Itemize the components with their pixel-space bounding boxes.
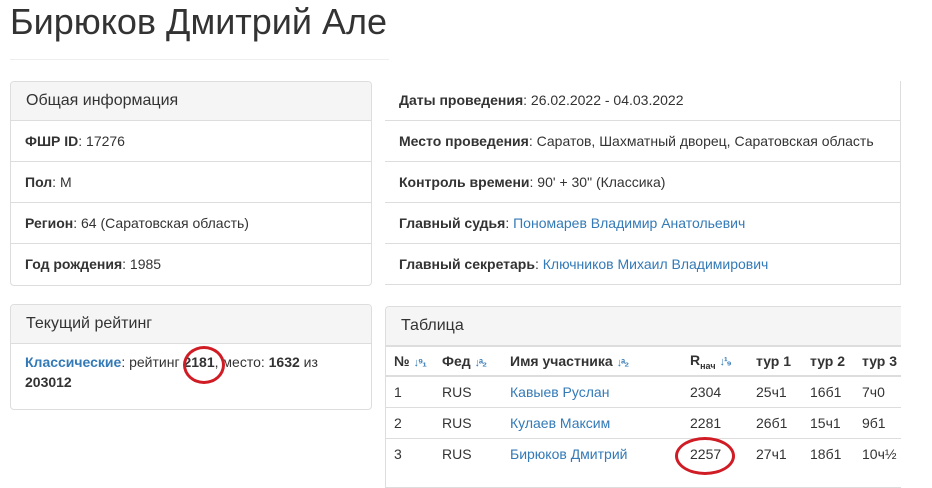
player-link[interactable]: Бирюков Дмитрий — [510, 446, 627, 462]
cell-name: Кавыев Руслан — [502, 375, 682, 408]
cell-round-2: 15ч1 — [802, 407, 854, 439]
cell-round-1: 26б1 — [748, 407, 802, 439]
page-title: Бирюков Дмитрий Але — [10, 1, 388, 42]
col-header-round-3: тур 3 — [854, 346, 901, 377]
cell-round-2: 18б1 — [802, 438, 854, 469]
event-row-chief-arbiter: Главный судья: Пономарев Владимир Анатол… — [385, 203, 900, 244]
info-label: Пол — [25, 174, 53, 190]
event-value: : 90' + 30" (Классика) — [529, 174, 666, 190]
event-value: : — [505, 215, 514, 231]
col-header-round-1: тур 1 — [748, 346, 802, 377]
cell-name: Кулаев Максим — [502, 407, 682, 439]
info-value: : М — [52, 174, 72, 190]
cell-rating: 2281 — [682, 407, 748, 439]
rating-total: 203012 — [25, 374, 72, 390]
event-row-chief-secretary: Главный секретарь: Ключников Михаил Влад… — [385, 244, 900, 284]
general-info-heading: Общая информация — [11, 82, 371, 121]
table-row: 1 RUS Кавыев Руслан 2304 25ч1 16б1 7ч0 — [386, 375, 901, 408]
info-row-gender: Пол: М — [11, 162, 371, 203]
col-header-round-2: тур 2 — [802, 346, 854, 377]
cell-round-1: 27ч1 — [748, 438, 802, 469]
classic-rating-link[interactable]: Классические — [25, 354, 121, 370]
current-rating-heading: Текущий рейтинг — [11, 305, 371, 344]
info-label: Год рождения — [25, 256, 123, 272]
event-info-panel: Даты проведения: 26.02.2022 - 04.03.2022… — [385, 81, 901, 285]
info-row-birth-year: Год рождения: 1985 — [11, 244, 371, 284]
event-row-venue: Место проведения: Саратов, Шахматный дво… — [385, 121, 900, 162]
event-row-time-control: Контроль времени: 90' + 30" (Классика) — [385, 162, 900, 203]
event-value: : Саратов, Шахматный дворец, Саратовская… — [528, 133, 874, 149]
sort-icon[interactable]: ↓¹₉ — [719, 356, 731, 368]
cell-number: 1 — [386, 375, 434, 408]
info-label: ФШР ID — [25, 133, 79, 149]
event-row-dates: Даты проведения: 26.02.2022 - 04.03.2022 — [385, 81, 900, 121]
chief-secretary-link[interactable]: Ключников Михаил Владимирович — [543, 256, 769, 272]
col-header-rating[interactable]: Rнач ↓¹₉ — [682, 346, 748, 377]
rating-highlight-circle — [675, 437, 735, 475]
rating-place: 1632 — [268, 354, 300, 370]
rating-highlight-circle — [183, 346, 225, 384]
rating-text: из — [299, 354, 318, 370]
col-header-federation[interactable]: Фед ↓ᵃ₂ — [434, 346, 502, 377]
sort-icon[interactable]: ↓ᵃ₂ — [475, 357, 488, 369]
cell-round-3: 9б1 — [854, 407, 901, 439]
cell-round-3: 7ч0 — [854, 375, 901, 408]
cell-name: Бирюков Дмитрий — [502, 438, 682, 469]
title-divider — [10, 59, 389, 60]
cell-federation: RUS — [434, 407, 502, 439]
player-link[interactable]: Кавыев Руслан — [510, 384, 609, 400]
standings-table: № ↓⁹₁ Фед ↓ᵃ₂ Имя участника ↓ᵃ₂ Rнач ↓¹₉… — [386, 346, 901, 469]
standings-heading: Таблица — [386, 307, 901, 346]
cell-round-2: 16б1 — [802, 375, 854, 408]
sort-icon[interactable]: ↓ᵃ₂ — [617, 357, 630, 369]
event-label: Место проведения — [399, 133, 529, 149]
info-value: : 64 (Саратовская область) — [73, 215, 249, 231]
cell-federation: RUS — [434, 438, 502, 469]
table-header-row: № ↓⁹₁ Фед ↓ᵃ₂ Имя участника ↓ᵃ₂ Rнач ↓¹₉… — [386, 346, 901, 377]
cell-number: 3 — [386, 438, 434, 469]
cell-number: 2 — [386, 407, 434, 439]
cell-round-1: 25ч1 — [748, 375, 802, 408]
info-row-fshr-id: ФШР ID: 17276 — [11, 121, 371, 162]
info-value: : 1985 — [122, 256, 162, 272]
col-header-name[interactable]: Имя участника ↓ᵃ₂ — [502, 346, 682, 377]
sort-icon[interactable]: ↓⁹₁ — [414, 357, 427, 369]
event-value: : — [534, 256, 543, 272]
table-row: 2 RUS Кулаев Максим 2281 26б1 15ч1 9б1 — [386, 407, 901, 439]
info-value: : 17276 — [78, 133, 125, 149]
event-label: Даты проведения — [399, 92, 524, 108]
cell-federation: RUS — [434, 375, 502, 408]
rating-text: : рейтинг — [121, 354, 184, 370]
col-header-number[interactable]: № ↓⁹₁ — [386, 346, 434, 377]
table-row: 3 RUS Бирюков Дмитрий 2257 27ч1 18б1 10ч… — [386, 438, 901, 469]
info-label: Регион — [25, 215, 74, 231]
general-info-panel: Общая информация ФШР ID: 17276 Пол: М Ре… — [10, 81, 372, 286]
cell-rating: 2304 — [682, 375, 748, 408]
info-row-region: Регион: 64 (Саратовская область) — [11, 203, 371, 244]
standings-table-panel: Таблица № ↓⁹₁ Фед ↓ᵃ₂ Имя участника ↓ᵃ₂ … — [385, 306, 901, 488]
event-value: : 26.02.2022 - 04.03.2022 — [523, 92, 684, 108]
chief-arbiter-link[interactable]: Пономарев Владимир Анатольевич — [513, 215, 745, 231]
player-link[interactable]: Кулаев Максим — [510, 415, 610, 431]
event-label: Главный судья — [399, 215, 506, 231]
event-label: Контроль времени — [399, 174, 530, 190]
cell-round-3: 10ч½ — [854, 438, 901, 469]
event-label: Главный секретарь — [399, 256, 535, 272]
